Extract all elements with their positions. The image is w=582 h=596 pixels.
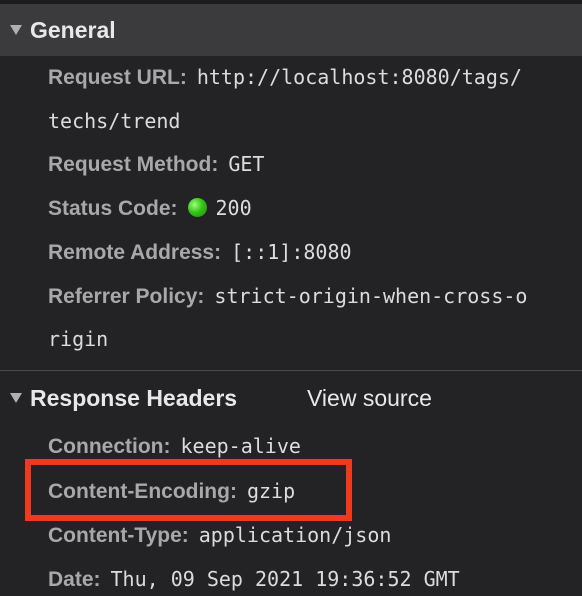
content-type-key: Content-Type: bbox=[48, 524, 189, 547]
highlight-annotation-box bbox=[25, 459, 352, 521]
content-type-value[interactable]: application/json bbox=[199, 523, 392, 547]
request-url-value-continued[interactable]: techs/trend bbox=[48, 109, 180, 133]
headers-panel: General Request URL: http://localhost:808… bbox=[0, 0, 582, 596]
response-headers-title: Response Headers bbox=[30, 384, 238, 411]
remote-address-key: Remote Address: bbox=[48, 241, 222, 264]
remote-address-row: Remote Address: [::1]:8080 bbox=[48, 238, 352, 267]
status-code-key: Status Code: bbox=[48, 197, 178, 220]
collapse-triangle-icon[interactable] bbox=[10, 393, 22, 403]
remote-address-value[interactable]: [::1]:8080 bbox=[231, 240, 351, 264]
view-source-link[interactable]: View source bbox=[307, 385, 432, 412]
referrer-policy-row: Referrer Policy: strict-origin-when-cross… bbox=[48, 282, 527, 311]
date-value[interactable]: Thu, 09 Sep 2021 19:36:52 GMT bbox=[111, 567, 460, 591]
request-method-key: Request Method: bbox=[48, 153, 219, 176]
request-url-row-continued: techs/trend bbox=[48, 107, 180, 136]
referrer-policy-key: Referrer Policy: bbox=[48, 285, 205, 308]
request-url-value[interactable]: http://localhost:8080/tags/ bbox=[197, 65, 522, 89]
date-row: Date: Thu, 09 Sep 2021 19:36:52 GMT bbox=[48, 565, 460, 594]
general-section-header[interactable]: General bbox=[0, 4, 582, 56]
request-method-value[interactable]: GET bbox=[228, 152, 264, 176]
status-ok-icon bbox=[187, 198, 207, 217]
status-code-row: Status Code: 200 bbox=[48, 194, 252, 223]
connection-value[interactable]: keep-alive bbox=[180, 434, 300, 458]
referrer-policy-value[interactable]: strict-origin-when-cross-o bbox=[214, 284, 527, 308]
content-type-row: Content-Type: application/json bbox=[48, 521, 391, 550]
general-title: General bbox=[30, 16, 116, 43]
section-divider bbox=[0, 370, 582, 371]
referrer-policy-value-continued[interactable]: rigin bbox=[48, 327, 108, 351]
connection-key: Connection: bbox=[48, 435, 171, 458]
collapse-triangle-icon[interactable] bbox=[10, 25, 22, 35]
request-url-row: Request URL: http://localhost:8080/tags/ bbox=[48, 63, 522, 92]
request-url-key: Request URL: bbox=[48, 66, 187, 89]
connection-row: Connection: keep-alive bbox=[48, 432, 301, 461]
status-code-value[interactable]: 200 bbox=[216, 196, 252, 220]
response-headers-section-header[interactable]: Response Headers View source bbox=[0, 372, 582, 424]
referrer-policy-row-continued: rigin bbox=[48, 325, 108, 354]
request-method-row: Request Method: GET bbox=[48, 150, 264, 179]
date-key: Date: bbox=[48, 568, 101, 591]
